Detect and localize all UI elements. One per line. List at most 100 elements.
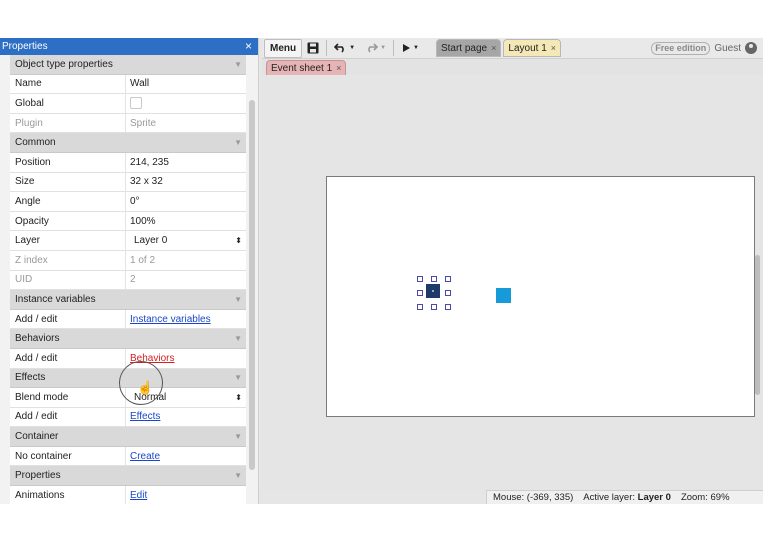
property-value-cell: Sprite xyxy=(125,113,246,133)
property-value: Sprite xyxy=(130,117,157,129)
tab-event-sheet-1[interactable]: Event sheet 1 × xyxy=(266,60,347,76)
property-value-cell[interactable]: Create xyxy=(125,446,246,466)
status-bar: Mouse: (-369, 335) Active layer: Layer 0… xyxy=(486,490,763,504)
tab-event-sheet-label: Event sheet 1 xyxy=(271,62,333,74)
section-header-container[interactable]: Container ▼ xyxy=(10,427,246,447)
play-icon xyxy=(403,44,411,52)
property-name: Size xyxy=(15,176,35,188)
close-icon[interactable]: × xyxy=(245,38,252,55)
redo-dropdown-icon[interactable]: ▼ xyxy=(380,45,386,51)
resize-handle[interactable] xyxy=(417,290,423,296)
main-toolbar: Menu ▼ ▼ ▼ Start page × Layout 1 × Free … xyxy=(262,38,763,59)
free-edition-badge[interactable]: Free edition xyxy=(651,41,711,55)
resize-handle[interactable] xyxy=(445,276,451,282)
select-caret-icon[interactable]: ⬍ xyxy=(235,236,242,245)
resize-handle[interactable] xyxy=(445,290,451,296)
section-header-common[interactable]: Common ▼ xyxy=(10,133,246,153)
collapse-arrow-icon[interactable]: ▼ xyxy=(234,138,242,147)
property-row-z-index: Z index 1 of 2 xyxy=(10,250,246,271)
property-row-animations: Animations Edit xyxy=(10,486,246,504)
resize-handle[interactable] xyxy=(431,304,437,310)
layout-vertical-scrollbar[interactable] xyxy=(755,255,760,395)
section-title: Container xyxy=(15,431,59,443)
select-caret-icon[interactable]: ⬍ xyxy=(235,393,242,402)
undo-dropdown-icon[interactable]: ▼ xyxy=(349,45,355,51)
property-name: Opacity xyxy=(15,215,49,227)
animations-link[interactable]: Edit xyxy=(130,490,147,501)
user-icon[interactable] xyxy=(745,42,757,54)
property-name: Name xyxy=(15,78,42,90)
resize-handle[interactable] xyxy=(417,304,423,310)
property-name: UID xyxy=(15,274,33,286)
collapse-arrow-icon[interactable]: ▼ xyxy=(234,471,242,480)
properties-scrollbar[interactable] xyxy=(249,100,255,470)
layout-canvas[interactable] xyxy=(326,176,755,417)
property-value: 1 of 2 xyxy=(130,254,156,266)
resize-handle[interactable] xyxy=(417,276,423,282)
properties-panel: Properties × Object type properties ▼ Name… xyxy=(0,38,259,504)
tab-start-page[interactable]: Start page × xyxy=(435,39,502,57)
property-value: 100% xyxy=(130,215,156,227)
section-header-instance-variables[interactable]: Instance variables ▼ xyxy=(10,290,246,310)
collapse-arrow-icon[interactable]: ▼ xyxy=(234,60,242,69)
property-name: Blend mode xyxy=(15,391,69,403)
property-value-cell[interactable]: 214, 235 xyxy=(125,152,246,172)
blue-sprite[interactable] xyxy=(496,288,511,303)
collapse-arrow-icon[interactable]: ▼ xyxy=(234,432,242,441)
property-row-no-container: No container Create xyxy=(10,446,246,467)
close-icon[interactable]: × xyxy=(491,43,496,53)
active-layer-value: Layer 0 xyxy=(637,492,671,503)
add-edit-link[interactable]: Effects xyxy=(130,411,160,422)
resize-handle[interactable] xyxy=(431,276,437,282)
zoom-level: Zoom: 69% xyxy=(680,492,730,503)
property-name: Animations xyxy=(15,489,65,501)
global-checkbox[interactable] xyxy=(130,97,142,110)
property-value-cell[interactable]: 32 x 32 xyxy=(125,172,246,192)
tab-layout-1[interactable]: Layout 1 × xyxy=(503,39,562,57)
property-value-cell[interactable]: 0° xyxy=(125,192,246,211)
user-name[interactable]: Guest xyxy=(714,43,741,54)
property-value-cell[interactable]: Instance variables xyxy=(125,309,246,329)
property-value: 214, 235 xyxy=(130,156,169,168)
property-row-global: Global xyxy=(10,94,246,114)
section-title: Properties xyxy=(15,470,61,482)
property-value: 32 x 32 xyxy=(130,176,163,188)
layout-view[interactable] xyxy=(262,75,763,490)
collapse-arrow-icon[interactable]: ▼ xyxy=(234,373,242,382)
property-value-cell[interactable]: Wall xyxy=(125,74,246,94)
menu-button[interactable]: Menu xyxy=(264,38,303,58)
resize-handle[interactable] xyxy=(445,304,451,310)
property-value: Wall xyxy=(130,78,150,90)
wall-sprite-selected[interactable] xyxy=(426,284,440,298)
collapse-arrow-icon[interactable]: ▼ xyxy=(234,295,242,304)
section-header-properties[interactable]: Properties ▼ xyxy=(10,466,246,487)
sub-tab-bar: Event sheet 1 × xyxy=(262,59,763,76)
close-icon[interactable]: × xyxy=(336,63,341,73)
section-header-behaviors[interactable]: Behaviors ▼ xyxy=(10,329,246,349)
property-value-cell: 1 of 2 xyxy=(125,250,246,270)
property-value: 2 xyxy=(130,274,136,286)
redo-button[interactable]: ▼ xyxy=(360,40,391,57)
save-button[interactable] xyxy=(302,40,324,57)
no-container-link[interactable]: Create xyxy=(130,451,160,462)
section-header-object-type-properties[interactable]: Object type properties ▼ xyxy=(10,55,246,75)
property-value: Layer 0 xyxy=(134,235,168,247)
toolbar-separator xyxy=(393,40,395,56)
play-dropdown-icon[interactable]: ▼ xyxy=(413,45,419,51)
property-value-cell[interactable]: 100% xyxy=(125,211,246,231)
property-value-cell[interactable]: Layer 0 ⬍ xyxy=(125,231,246,250)
mouse-coordinates: Mouse: (-369, 335) xyxy=(493,492,574,503)
property-row-angle: Angle 0° xyxy=(10,192,246,212)
property-row-plugin: Plugin Sprite xyxy=(10,113,246,134)
collapse-arrow-icon[interactable]: ▼ xyxy=(234,334,242,343)
add-edit-link[interactable]: Instance variables xyxy=(130,314,211,325)
property-row-uid: UID 2 xyxy=(10,270,246,291)
property-value-cell[interactable] xyxy=(125,94,246,113)
preview-button[interactable]: ▼ xyxy=(396,40,424,57)
property-value-cell[interactable]: Effects xyxy=(125,407,246,427)
property-row-position: Position 214, 235 xyxy=(10,152,246,173)
property-value-cell[interactable]: Edit xyxy=(125,486,246,504)
close-icon[interactable]: × xyxy=(551,43,556,53)
undo-button[interactable]: ▼ xyxy=(329,40,360,57)
active-layer-status: Active layer: Layer 0 xyxy=(583,492,671,503)
